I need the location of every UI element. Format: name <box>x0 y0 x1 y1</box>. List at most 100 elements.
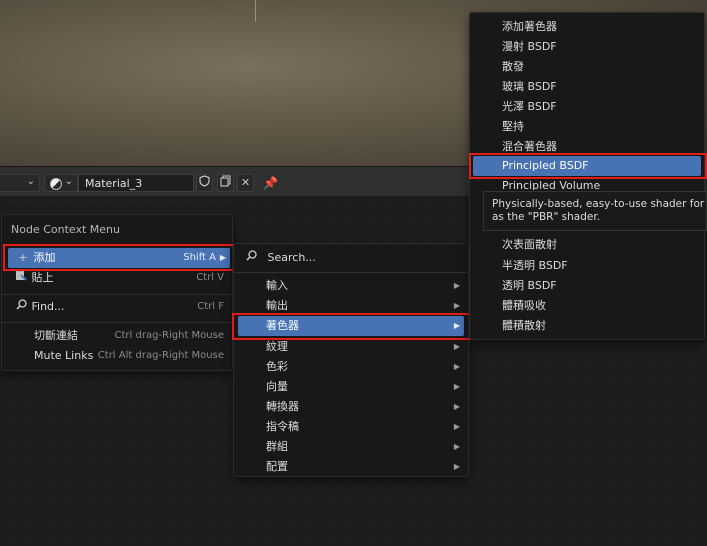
add-menu-shader[interactable]: 著色器 ▶ <box>238 316 464 336</box>
shader-volume-absorption[interactable]: 體積吸收 <box>473 296 701 316</box>
item-label: 透明 BSDF <box>502 279 557 292</box>
plus-icon: + <box>18 251 28 264</box>
add-menu-texture[interactable]: 紋理 ▶ <box>238 337 464 357</box>
submenu-arrow-icon: ▶ <box>453 402 460 411</box>
submenu-arrow-icon: ▶ <box>453 362 460 371</box>
cut-links-menu-item[interactable]: 切斷連結 Ctrl drag-Right Mouse <box>8 326 224 346</box>
submenu-arrow-icon: ▶ <box>453 382 460 391</box>
submenu-arrow-icon: ▶ <box>219 253 226 262</box>
mute-links-menu-item[interactable]: Mute Links Ctrl Alt drag-Right Mouse <box>8 346 224 366</box>
add-label: 添加 <box>33 251 56 264</box>
shader-glossy-bsdf[interactable]: 光澤 BSDF <box>473 97 701 117</box>
add-menu-output[interactable]: 輸出 ▶ <box>238 296 464 316</box>
shader-tooltip: Physically-based, easy-to-use shader for… <box>483 191 707 231</box>
item-label: Principled BSDF <box>502 159 589 172</box>
add-menu-input[interactable]: 輸入 ▶ <box>238 276 464 296</box>
item-label: 堅持 <box>502 120 524 133</box>
viewport-mark <box>255 0 256 22</box>
item-label: 配置 <box>266 460 288 473</box>
find-menu-item[interactable]: Find... Ctrl F <box>8 297 224 317</box>
item-label: Principled Volume <box>502 179 601 190</box>
paste-menu-item[interactable]: 貼上 Ctrl V <box>8 268 224 288</box>
add-menu-vector[interactable]: 向量 ▶ <box>238 377 464 397</box>
browse-material-button[interactable]: ⌄ <box>44 174 78 192</box>
chevron-down-icon: ⌄ <box>26 176 35 187</box>
item-label: 向量 <box>266 380 288 393</box>
add-menu-group[interactable]: 群組 ▶ <box>238 437 464 457</box>
cut-links-label: 切斷連結 <box>34 329 78 342</box>
item-label: 玻璃 BSDF <box>502 80 557 93</box>
shader-principled-bsdf[interactable]: Principled BSDF <box>473 156 701 176</box>
unlink-close-icon[interactable]: ✕ <box>237 174 254 192</box>
shader-add-shader[interactable]: 添加著色器 <box>473 17 701 37</box>
add-submenu: Search... 輸入 ▶ 輸出 ▶ 著色器 ▶ 紋理 ▶ 色彩 ▶ 向量 ▶… <box>233 243 469 477</box>
item-label: 體積散射 <box>502 319 546 332</box>
shortcut-label: Ctrl V <box>196 272 224 283</box>
pin-icon[interactable]: 📌 <box>263 176 278 190</box>
item-label: 次表面散射 <box>502 238 557 251</box>
submenu-arrow-icon: ▶ <box>453 281 460 290</box>
context-menu-title: Node Context Menu <box>11 223 120 236</box>
item-label: 著色器 <box>266 319 299 332</box>
shader-translucent-bsdf[interactable]: 半透明 BSDF <box>473 256 701 276</box>
chevron-down-icon: ⌄ <box>64 176 73 187</box>
menu-separator <box>2 322 232 323</box>
search-icon <box>244 248 258 268</box>
shortcut-label: Ctrl F <box>197 301 224 312</box>
tooltip-line: Physically-based, easy-to-use shader for… <box>492 198 707 210</box>
item-label: 體積吸收 <box>502 299 546 312</box>
item-label: 紋理 <box>266 340 288 353</box>
shader-diffuse-bsdf[interactable]: 漫射 BSDF <box>473 37 701 57</box>
submenu-arrow-icon: ▶ <box>453 321 460 330</box>
item-label: 添加著色器 <box>502 20 557 33</box>
tooltip-line: as the "PBR" shader. <box>492 211 601 223</box>
duplicate-icon[interactable] <box>217 174 234 192</box>
item-label: 散發 <box>502 60 524 73</box>
item-label: 光澤 BSDF <box>502 100 557 113</box>
shader-subsurface-scattering[interactable]: 次表面散射 <box>473 235 701 255</box>
item-label: 漫射 BSDF <box>502 40 557 53</box>
editor-mode-dropdown[interactable]: ⌄ <box>0 174 40 192</box>
material-sphere-icon <box>50 178 62 190</box>
material-name-field[interactable]: Material_3 <box>78 174 194 192</box>
shader-transparent-bsdf[interactable]: 透明 BSDF <box>473 276 701 296</box>
search-menu-item[interactable]: Search... <box>244 248 458 268</box>
shader-volume-scatter[interactable]: 體積散射 <box>473 316 701 336</box>
add-menu-item[interactable]: + 添加 Shift A ▶ <box>8 248 230 268</box>
shortcut-label: Shift A <box>183 252 216 263</box>
mute-links-label: Mute Links <box>34 349 94 362</box>
item-label: 色彩 <box>266 360 288 373</box>
fake-user-shield-icon[interactable] <box>196 174 213 192</box>
paste-label: 貼上 <box>31 271 54 284</box>
item-label: 混合著色器 <box>502 140 557 153</box>
submenu-arrow-icon: ▶ <box>453 442 460 451</box>
item-label: 輸出 <box>266 299 288 312</box>
shader-submenu: 添加著色器 漫射 BSDF 散發 玻璃 BSDF 光澤 BSDF 堅持 混合著色… <box>469 12 705 340</box>
shader-glass-bsdf[interactable]: 玻璃 BSDF <box>473 77 701 97</box>
search-icon <box>14 297 28 317</box>
shortcut-label: Ctrl Alt drag-Right Mouse <box>97 350 224 361</box>
submenu-arrow-icon: ▶ <box>453 342 460 351</box>
item-label: 半透明 BSDF <box>502 259 568 272</box>
item-label: 指令稿 <box>266 420 299 433</box>
shader-mix-shader[interactable]: 混合著色器 <box>473 137 701 157</box>
add-menu-converter[interactable]: 轉換器 ▶ <box>238 397 464 417</box>
submenu-arrow-icon: ▶ <box>453 422 460 431</box>
shader-holdout[interactable]: 堅持 <box>473 117 701 137</box>
add-menu-script[interactable]: 指令稿 ▶ <box>238 417 464 437</box>
item-label: 群組 <box>266 440 288 453</box>
shader-principled-volume[interactable]: Principled Volume <box>473 176 701 190</box>
menu-separator <box>2 245 232 246</box>
find-label: Find... <box>31 300 65 313</box>
search-label: Search... <box>267 251 316 264</box>
menu-separator <box>2 294 232 295</box>
shortcut-label: Ctrl drag-Right Mouse <box>114 330 224 341</box>
add-menu-layout[interactable]: 配置 ▶ <box>238 457 464 477</box>
item-label: 輸入 <box>266 279 288 292</box>
shader-emission[interactable]: 散發 <box>473 57 701 77</box>
paste-icon <box>14 268 28 288</box>
add-menu-color[interactable]: 色彩 ▶ <box>238 357 464 377</box>
submenu-arrow-icon: ▶ <box>453 462 460 471</box>
submenu-arrow-icon: ▶ <box>453 301 460 310</box>
node-context-menu: Node Context Menu + 添加 Shift A ▶ 貼上 Ctrl… <box>1 214 233 371</box>
